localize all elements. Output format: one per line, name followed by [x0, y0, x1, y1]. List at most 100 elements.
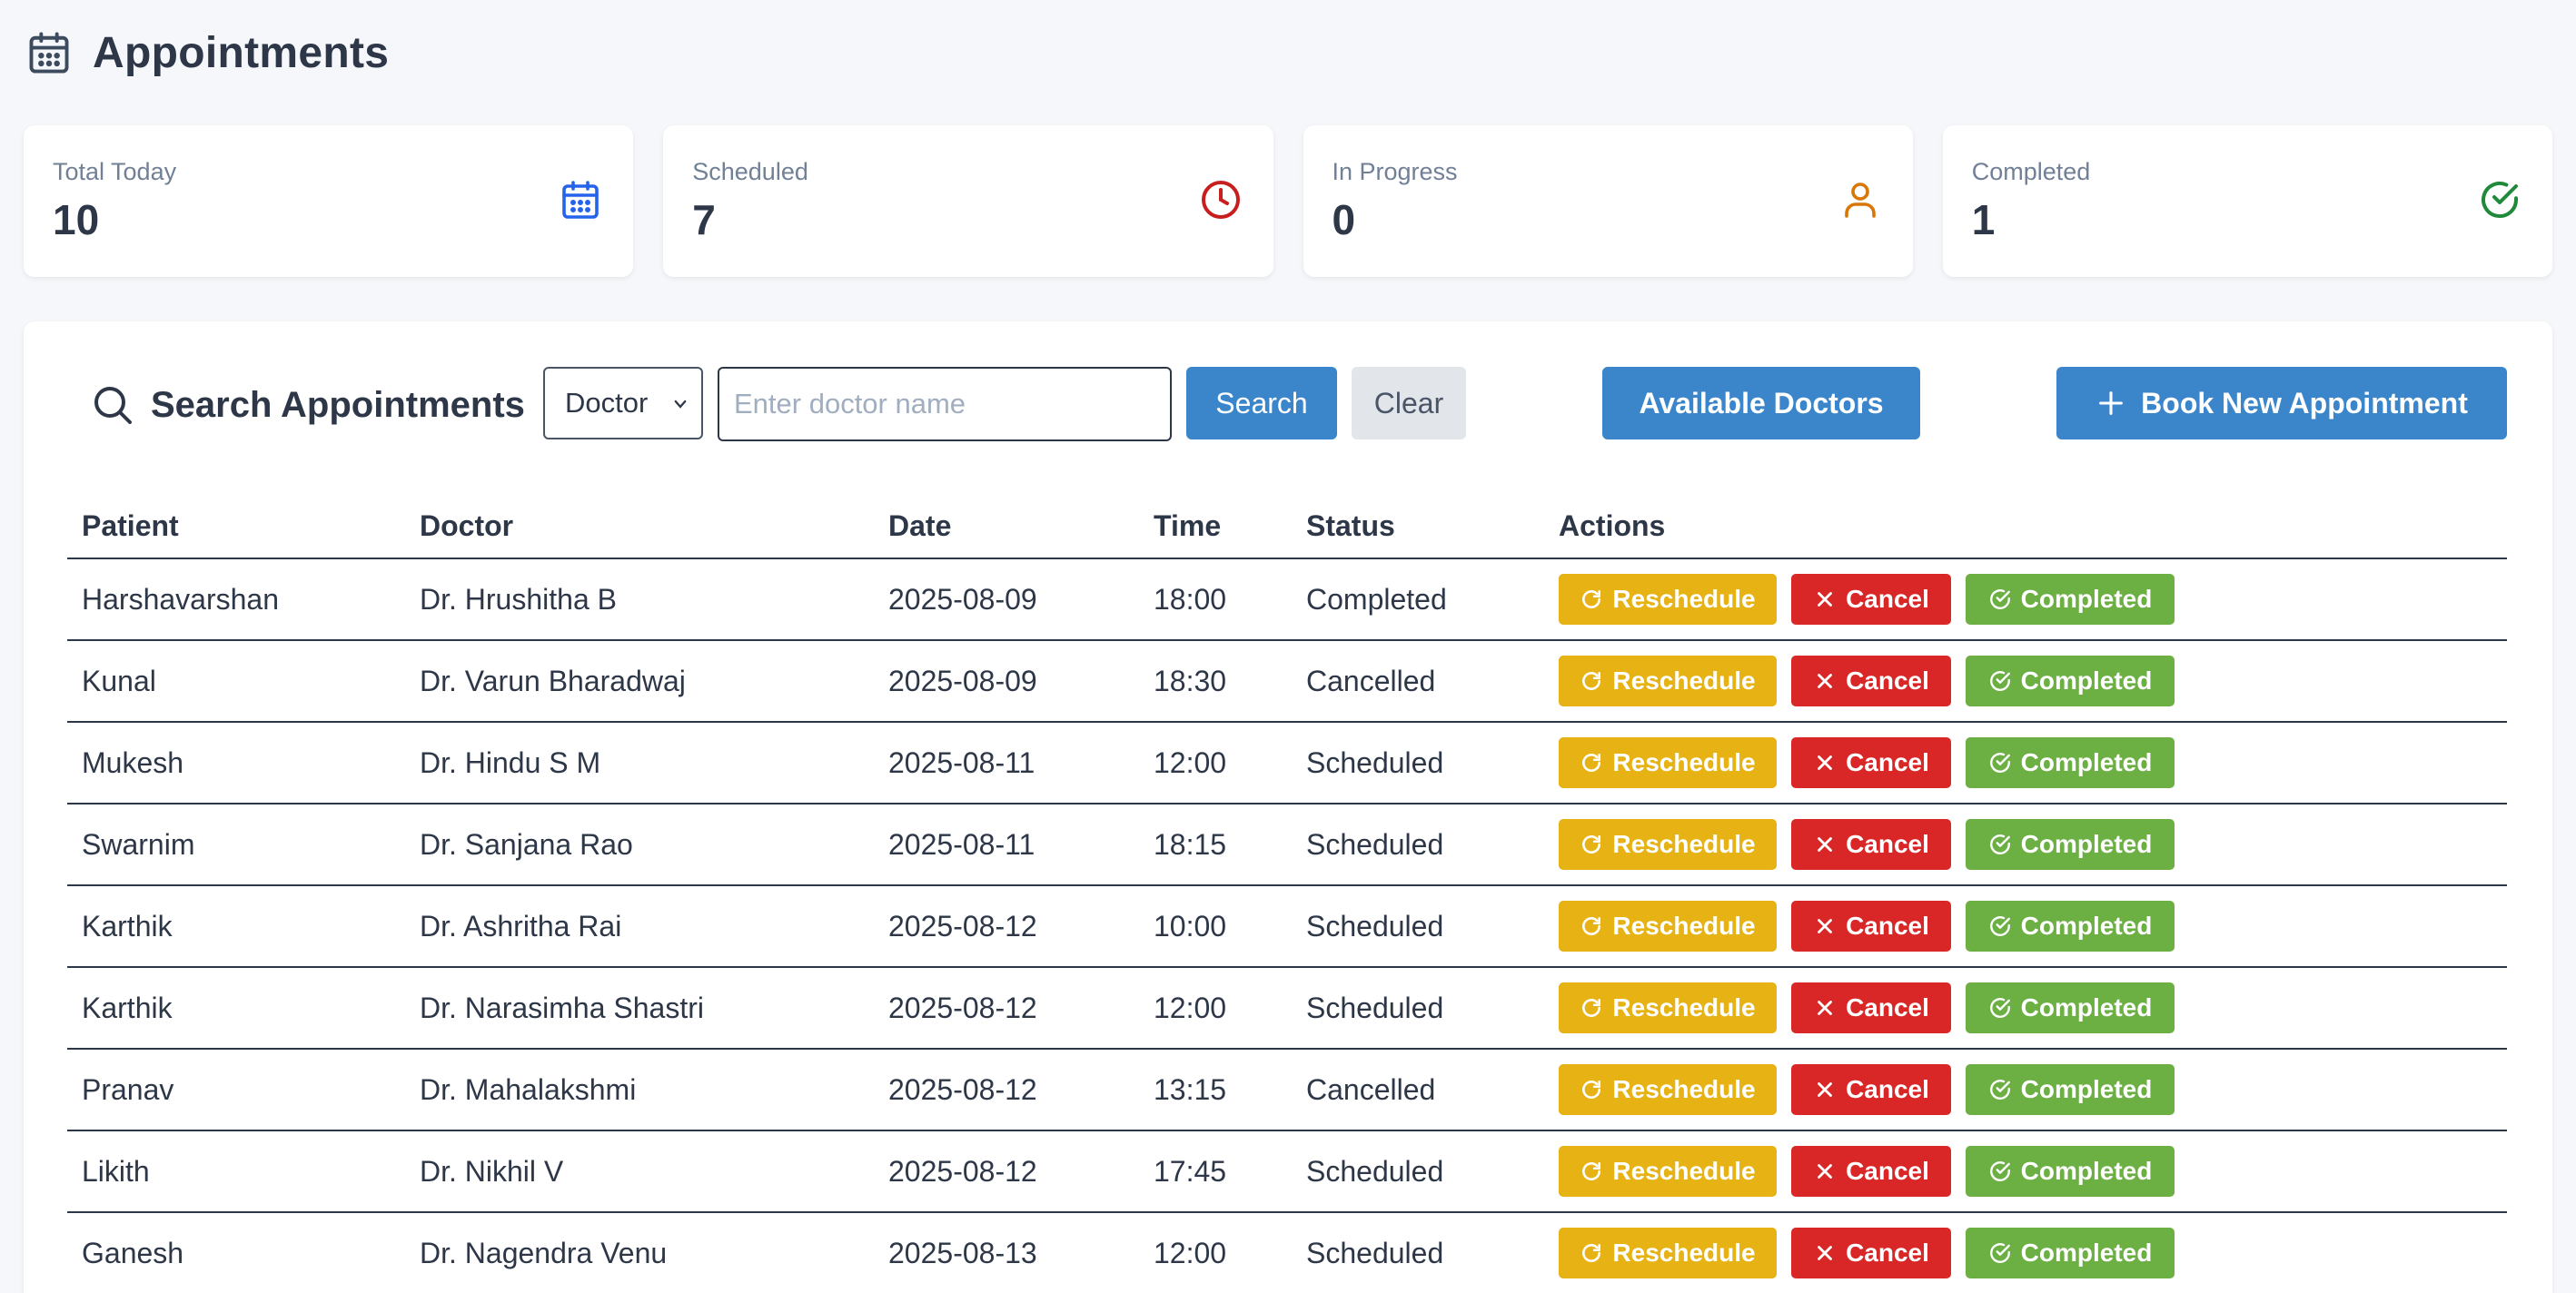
mark-completed-button[interactable]: Completed: [1966, 901, 2175, 952]
status-cell: Scheduled: [1306, 1154, 1444, 1188]
cancel-button[interactable]: Cancel: [1791, 1228, 1951, 1278]
reschedule-button[interactable]: Reschedule: [1559, 982, 1777, 1033]
mark-completed-button[interactable]: Completed: [1966, 819, 2175, 870]
cancel-button[interactable]: Cancel: [1791, 574, 1951, 625]
reschedule-button[interactable]: Reschedule: [1559, 656, 1777, 706]
cancel-button[interactable]: Cancel: [1791, 901, 1951, 952]
mark-completed-button[interactable]: Completed: [1966, 574, 2175, 625]
mark-completed-button[interactable]: Completed: [1966, 1146, 2175, 1197]
column-header-actions: Actions: [1559, 508, 1666, 542]
cancel-button[interactable]: Cancel: [1791, 819, 1951, 870]
cancel-button[interactable]: Cancel: [1791, 737, 1951, 788]
stat-value: 7: [692, 196, 716, 243]
doctor-cell: Dr. Ashritha Rai: [420, 909, 622, 943]
search-button[interactable]: Search: [1186, 367, 1337, 439]
reschedule-button[interactable]: Reschedule: [1559, 1064, 1777, 1115]
doctor-cell: Dr. Mahalakshmi: [420, 1072, 637, 1106]
search-icon: [94, 387, 132, 424]
table-row: Harshavarshan Dr. Hrushitha B 2025-08-09…: [67, 559, 2507, 641]
clear-button[interactable]: Clear: [1352, 367, 1466, 439]
close-icon: [1818, 755, 1832, 770]
cancel-label: Cancel: [1846, 748, 1929, 776]
actions-cell: Reschedule Cancel Completed: [1559, 968, 2175, 1048]
check-circle-icon: [2482, 182, 2518, 218]
book-new-appointment-label: Book New Appointment: [2141, 386, 2468, 419]
cancel-button[interactable]: Cancel: [1791, 982, 1951, 1033]
mark-completed-button[interactable]: Completed: [1966, 1228, 2175, 1278]
cancel-button[interactable]: Cancel: [1791, 1146, 1951, 1197]
reschedule-button[interactable]: Reschedule: [1559, 1228, 1777, 1278]
refresh-icon: [1582, 917, 1601, 935]
reschedule-label: Reschedule: [1612, 1157, 1756, 1185]
check-circle-icon: [1989, 753, 2010, 773]
stat-card-total-today: Total Today 10: [24, 125, 634, 277]
date-cell: 2025-08-12: [888, 1154, 1037, 1188]
reschedule-button[interactable]: Reschedule: [1559, 574, 1777, 625]
doctor-cell: Dr. Varun Bharadwaj: [420, 664, 686, 697]
cancel-button[interactable]: Cancel: [1791, 656, 1951, 706]
refresh-icon: [1582, 672, 1601, 690]
page-title: Appointments: [93, 28, 390, 77]
refresh-icon: [1582, 1244, 1601, 1262]
available-doctors-button[interactable]: Available Doctors: [1602, 367, 1920, 439]
patient-cell: Karthik: [82, 991, 173, 1024]
reschedule-button[interactable]: Reschedule: [1559, 737, 1777, 788]
check-circle-icon: [1989, 1243, 2010, 1263]
cancel-button[interactable]: Cancel: [1791, 1064, 1951, 1115]
date-cell: 2025-08-09: [888, 664, 1037, 697]
date-cell: 2025-08-13: [888, 1236, 1037, 1269]
page-header: Appointments: [25, 25, 389, 80]
mark-completed-button[interactable]: Completed: [1966, 656, 2175, 706]
calendar-icon: [562, 181, 599, 219]
completed-label: Completed: [2020, 912, 2153, 940]
reschedule-label: Reschedule: [1612, 1075, 1756, 1103]
doctor-search-input[interactable]: [718, 367, 1172, 441]
check-circle-icon: [1989, 671, 2010, 691]
reschedule-button[interactable]: Reschedule: [1559, 901, 1777, 952]
time-cell: 13:15: [1154, 1072, 1227, 1106]
time-cell: 17:45: [1154, 1154, 1227, 1188]
refresh-icon: [1582, 835, 1601, 854]
time-cell: 18:15: [1154, 827, 1227, 861]
table-row: Kunal Dr. Varun Bharadwaj 2025-08-09 18:…: [67, 641, 2507, 723]
stat-card-scheduled: Scheduled 7: [663, 125, 1273, 277]
filter-select[interactable]: Doctor: [543, 367, 703, 439]
stats-row: Total Today 10 Scheduled 7 In Progress 0: [24, 125, 2552, 277]
actions-cell: Reschedule Cancel Completed: [1559, 1050, 2175, 1130]
patient-cell: Ganesh: [82, 1236, 184, 1269]
stat-card-in-progress: In Progress 0: [1303, 125, 1913, 277]
check-circle-icon: [1989, 589, 2010, 609]
mark-completed-button[interactable]: Completed: [1966, 737, 2175, 788]
completed-label: Completed: [2020, 748, 2153, 776]
search-title: Search Appointments: [151, 384, 525, 425]
mark-completed-button[interactable]: Completed: [1966, 982, 2175, 1033]
table-row: Karthik Dr. Narasimha Shastri 2025-08-12…: [67, 968, 2507, 1050]
actions-cell: Reschedule Cancel Completed: [1559, 641, 2175, 721]
stat-label: Completed: [1971, 158, 2091, 185]
book-new-appointment-button[interactable]: Book New Appointment: [2056, 367, 2507, 439]
cancel-label: Cancel: [1846, 1157, 1929, 1185]
check-circle-icon: [1989, 916, 2010, 936]
cancel-label: Cancel: [1846, 1075, 1929, 1103]
actions-cell: Reschedule Cancel Completed: [1559, 804, 2175, 884]
stat-card-completed: Completed 1: [1942, 125, 2552, 277]
reschedule-button[interactable]: Reschedule: [1559, 819, 1777, 870]
reschedule-label: Reschedule: [1612, 585, 1756, 613]
completed-label: Completed: [2020, 830, 2153, 858]
date-cell: 2025-08-11: [888, 827, 1035, 861]
table-row: Karthik Dr. Ashritha Rai 2025-08-12 10:0…: [67, 886, 2507, 968]
table-row: Likith Dr. Nikhil V 2025-08-12 17:45 Sch…: [67, 1131, 2507, 1213]
close-icon: [1818, 674, 1832, 688]
doctor-cell: Dr. Narasimha Shastri: [420, 991, 704, 1024]
actions-cell: Reschedule Cancel Completed: [1559, 1213, 2175, 1293]
stat-label: Total Today: [53, 158, 177, 185]
close-icon: [1818, 919, 1832, 933]
status-cell: Scheduled: [1306, 991, 1444, 1024]
mark-completed-button[interactable]: Completed: [1966, 1064, 2175, 1115]
cancel-label: Cancel: [1846, 993, 1929, 1022]
calendar-icon: [29, 32, 69, 74]
column-header-doctor: Doctor: [420, 508, 514, 542]
completed-label: Completed: [2020, 1239, 2153, 1267]
time-cell: 18:30: [1154, 664, 1227, 697]
reschedule-button[interactable]: Reschedule: [1559, 1146, 1777, 1197]
